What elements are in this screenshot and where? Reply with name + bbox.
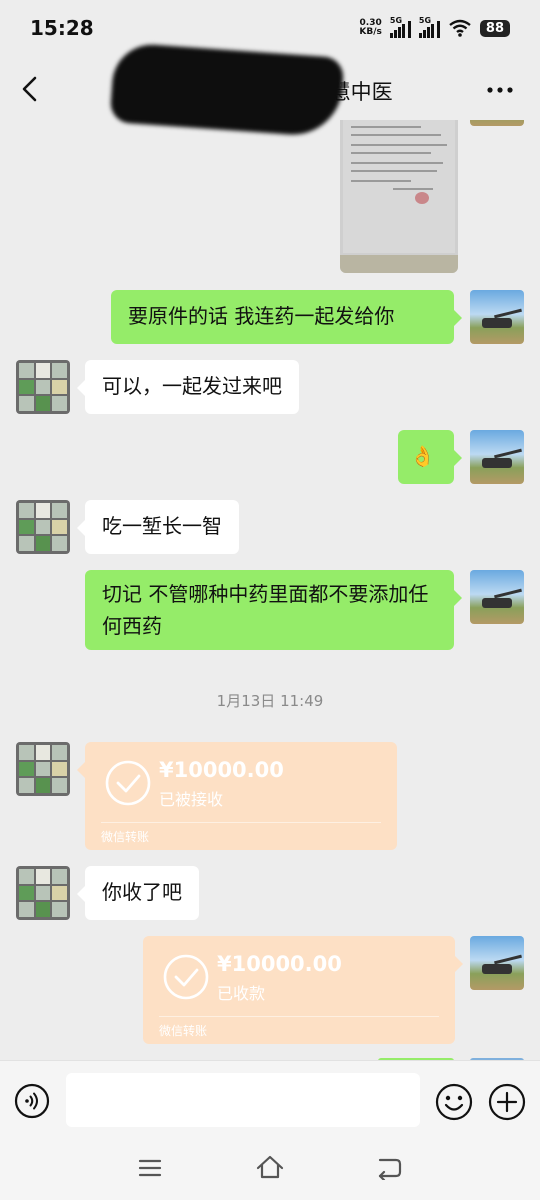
divider <box>159 1016 439 1017</box>
emoji-icon[interactable] <box>435 1083 473 1121</box>
message-timestamp: 1月13日 11:49 <box>216 692 324 710</box>
wifi-icon <box>449 19 471 37</box>
message-text: 吃一堑长一智 <box>102 514 222 538</box>
transfer-status: 已被接收 <box>159 790 224 809</box>
ok-hand-emoji: 👌 <box>410 444 435 468</box>
status-time: 15:28 <box>30 16 94 40</box>
transfer-amount: ¥10000.00 <box>159 758 284 782</box>
check-circle-icon <box>105 760 151 806</box>
more-dots-icon[interactable] <box>486 86 514 94</box>
sent-message-bubble[interactable]: 要原件的话 我连药一起发给你 <box>111 290 462 344</box>
message-text: 你收了吧 <box>102 880 182 904</box>
status-icons: 0.30 KB/s 5G 5G 88 <box>359 16 510 38</box>
avatar[interactable] <box>16 866 70 920</box>
avatar[interactable] <box>470 430 524 484</box>
avatar[interactable] <box>470 290 524 344</box>
status-bar: 15:28 0.30 KB/s 5G 5G 88 <box>0 0 540 60</box>
message-text: 可以，一起发过来吧 <box>102 374 282 398</box>
avatar[interactable] <box>470 936 524 990</box>
sim2-label: 5G <box>418 16 432 25</box>
message-text: 切记 不管哪种中药里面都不要添加任何西药 <box>102 582 429 638</box>
transfer-amount: ¥10000.00 <box>217 952 342 976</box>
sim1-label: 5G <box>389 16 403 25</box>
plus-icon[interactable] <box>488 1083 526 1121</box>
document-photo <box>343 120 455 253</box>
home-icon[interactable] <box>256 1154 284 1180</box>
image-message[interactable] <box>340 120 458 273</box>
check-circle-icon <box>163 954 209 1000</box>
sent-message-bubble[interactable]: 👌 <box>398 430 462 484</box>
transfer-label: 微信转账 <box>101 830 150 844</box>
transfer-status: 已收款 <box>217 984 266 1003</box>
signal-icon: 5G <box>418 16 440 38</box>
avatar[interactable] <box>470 120 524 126</box>
message-input[interactable] <box>66 1073 420 1127</box>
received-message-bubble[interactable]: 吃一堑长一智 <box>77 500 239 554</box>
transfer-card[interactable]: ¥10000.00 已收款 微信转账 <box>143 936 463 1044</box>
received-message-bubble[interactable]: 可以，一起发过来吧 <box>77 360 299 414</box>
transfer-label: 微信转账 <box>159 1024 208 1038</box>
seal-stamp <box>415 192 429 204</box>
divider <box>101 822 381 823</box>
received-message-bubble[interactable]: 你收了吧 <box>77 866 199 920</box>
avatar[interactable] <box>16 360 70 414</box>
avatar[interactable] <box>16 500 70 554</box>
network-speed-unit: KB/s <box>359 27 382 37</box>
back-icon[interactable] <box>376 1156 402 1180</box>
voice-icon[interactable] <box>14 1083 50 1119</box>
transfer-card[interactable]: ¥10000.00 已被接收 微信转账 <box>77 742 397 850</box>
menu-icon[interactable] <box>138 1158 162 1178</box>
signal-icon: 5G <box>389 16 411 38</box>
input-bar <box>0 1060 540 1140</box>
network-speed: 0.30 KB/s <box>359 19 381 37</box>
chat-area[interactable]: 要原件的话 我连药一起发给你 可以，一起发过来吧 👌 吃一堑长一智 切记 不管哪… <box>0 120 540 1060</box>
system-nav-bar <box>0 1140 540 1200</box>
battery-indicator: 88 <box>479 19 510 37</box>
message-text: 要原件的话 我连药一起发给你 <box>128 304 395 328</box>
avatar[interactable] <box>16 742 70 796</box>
avatar[interactable] <box>470 570 524 624</box>
sent-message-bubble[interactable]: 切记 不管哪种中药里面都不要添加任何西药 <box>85 570 462 650</box>
